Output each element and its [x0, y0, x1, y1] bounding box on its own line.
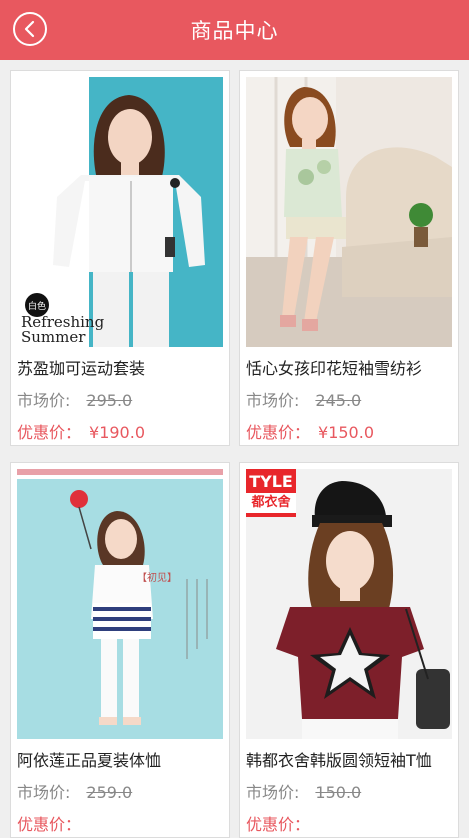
product-card[interactable]: 【初见】 阿依莲正品夏装体恤 市场价: 259.0 优惠价：	[10, 462, 230, 838]
image-label: 【初见】	[137, 573, 177, 584]
app-header: 商品中心	[0, 0, 469, 60]
product-image	[246, 77, 452, 347]
market-price-row: 市场价: 295.0	[17, 387, 132, 411]
market-price-row: 市场价: 245.0	[246, 387, 361, 411]
product-card[interactable]: 白色 Refreshing Summer 苏盈珈可运动套装 市场价: 295.0 …	[10, 70, 230, 446]
badge-line: 都衣舍	[246, 493, 296, 513]
product-card[interactable]: 恬心女孩印花短袖雪纺衫 市场价: 245.0 优惠价： ¥150.0	[239, 70, 459, 446]
product-image: TYLE 都衣舍	[246, 469, 452, 739]
badge-line: TYLE	[249, 472, 293, 491]
market-price: 245.0	[315, 391, 362, 410]
deal-price-label: 优惠价：	[246, 815, 311, 834]
market-price-row: 市场价: 150.0	[246, 779, 361, 803]
product-image: 白色 Refreshing Summer	[17, 77, 223, 347]
deal-price: ¥190.0	[89, 423, 145, 442]
market-price-label: 市场价:	[17, 783, 71, 802]
product-image: 【初见】	[17, 469, 223, 739]
chevron-left-icon	[24, 20, 35, 38]
product-name: 韩都衣舍韩版圆领短袖T恤	[246, 751, 432, 770]
market-price-row: 市场价: 259.0	[17, 779, 132, 803]
market-price: 150.0	[315, 783, 362, 802]
market-price-label: 市场价:	[246, 391, 300, 410]
market-price: 295.0	[86, 391, 133, 410]
deal-price-label: 优惠价：	[246, 423, 311, 442]
product-name: 苏盈珈可运动套装	[17, 359, 146, 378]
caption-line: Summer	[21, 328, 86, 346]
brand-badge: TYLE 都衣舍	[246, 469, 296, 517]
market-price: 259.0	[86, 783, 133, 802]
deal-price-row: 优惠价：	[246, 811, 318, 835]
deal-price-row: 优惠价： ¥190.0	[17, 419, 145, 443]
product-card[interactable]: TYLE 都衣舍 韩都衣舍韩版圆领短袖T恤 市场价: 150.0 优惠价：	[239, 462, 459, 838]
deal-price-row: 优惠价： ¥150.0	[246, 419, 374, 443]
page-title: 商品中心	[190, 19, 279, 43]
image-caption: Refreshing Summer	[21, 315, 104, 345]
product-name: 阿依莲正品夏装体恤	[17, 751, 162, 770]
product-grid: 白色 Refreshing Summer 苏盈珈可运动套装 市场价: 295.0 …	[10, 70, 459, 838]
product-name: 恬心女孩印花短袖雪纺衫	[246, 359, 423, 378]
market-price-label: 市场价:	[17, 391, 71, 410]
back-button[interactable]	[13, 12, 47, 46]
deal-price-label: 优惠价：	[17, 423, 82, 442]
deal-price: ¥150.0	[318, 423, 374, 442]
deal-price-label: 优惠价：	[17, 815, 82, 834]
deal-price-row: 优惠价：	[17, 811, 89, 835]
market-price-label: 市场价:	[246, 783, 300, 802]
